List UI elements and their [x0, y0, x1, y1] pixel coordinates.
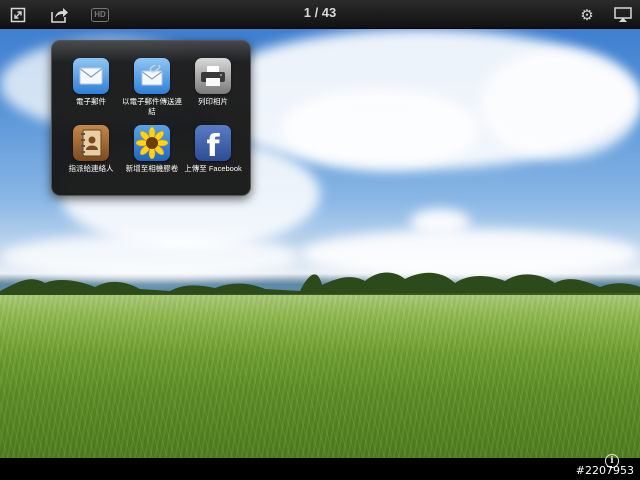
hd-button[interactable]: HD — [90, 4, 110, 25]
share-assign-contact-item[interactable]: 指派給連絡人 — [58, 125, 124, 174]
watermark: #2207953 — [575, 464, 634, 477]
facebook-icon: f — [195, 125, 231, 164]
share-camera-roll-item[interactable]: 新增至相機膠卷 — [119, 125, 185, 174]
photo-counter: 1 / 43 — [303, 5, 337, 20]
share-facebook-item[interactable]: f 上傳至 Facebook — [180, 125, 246, 174]
mail-link-icon — [134, 58, 170, 94]
contact-book-icon — [73, 125, 109, 161]
share-icon[interactable] — [48, 4, 70, 25]
wheat-field — [0, 295, 640, 458]
mail-icon — [73, 58, 109, 94]
hd-icon: HD — [91, 7, 109, 22]
share-popover: 電子郵件 以電子郵件傳送連結 列印相片 指派給連絡人 新增至相機膠卷 f 上傳至… — [51, 40, 251, 196]
share-email-item[interactable]: 電子郵件 — [58, 58, 124, 107]
share-email-link-item[interactable]: 以電子郵件傳送連結 — [119, 58, 185, 117]
fullscreen-icon[interactable] — [8, 4, 28, 25]
printer-icon — [195, 58, 231, 94]
share-print-item[interactable]: 列印相片 — [180, 58, 246, 107]
top-toolbar: HD 1 / 43 ⚙ — [0, 0, 640, 29]
airplay-icon[interactable] — [613, 4, 633, 25]
sunflower-icon — [134, 125, 170, 161]
bottom-bar — [0, 458, 640, 480]
gear-icon[interactable]: ⚙ — [578, 4, 596, 25]
